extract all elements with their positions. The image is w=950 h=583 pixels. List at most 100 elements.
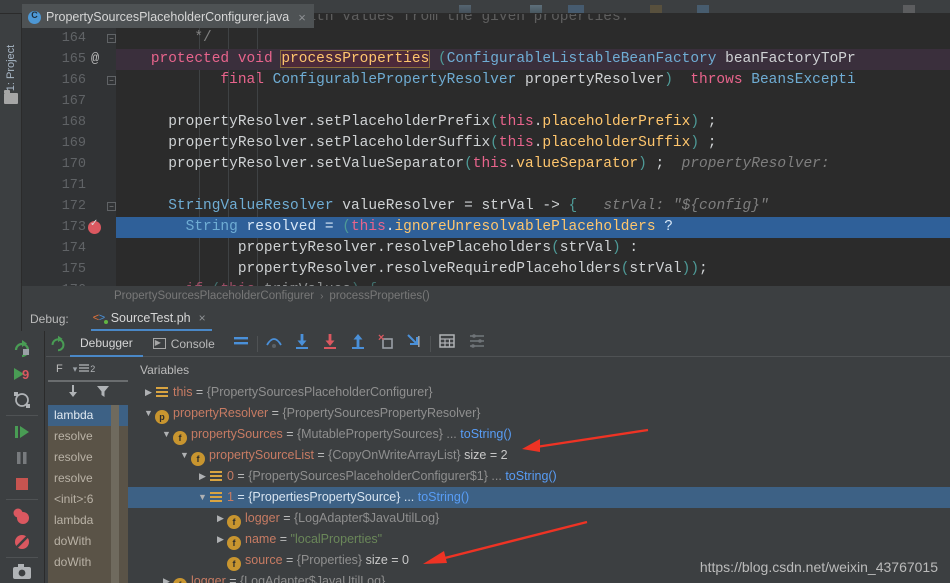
chevron-down-icon[interactable]: ▼ [178,445,191,466]
close-icon[interactable]: × [298,11,306,24]
resume-program-icon[interactable]: 9 [11,363,33,385]
chevron-right-icon[interactable]: ▶ [214,508,227,529]
step-into-icon[interactable] [292,331,312,356]
pause-icon[interactable] [11,447,33,469]
editor-tab-propertysourcesplaceholderconfigurer[interactable]: PropertySourcesPlaceholderConfigurer.jav… [22,4,314,28]
frames-scrollbar[interactable] [111,405,119,583]
debugger-toolbar: Debugger ▶ Console × [46,331,950,357]
code-editor[interactable]: 163 placeholders with values from the gi… [22,14,950,286]
console-icon: ▶ [152,338,166,349]
force-step-into-icon[interactable] [320,331,340,356]
variable-row[interactable]: ▼ f propertySources = {MutablePropertySour… [128,424,950,445]
code-token: . [507,156,517,172]
sort-icon[interactable] [78,362,90,377]
code-token: { [568,198,578,214]
field-icon: f [227,536,241,550]
field-icon: f [173,431,187,445]
variable-type: {LogAdapter$JavaUtilLog} [240,574,386,583]
show-execution-point-icon[interactable] [231,331,251,356]
variables-tree[interactable]: ▶ this = {PropertySourcesPlaceholderConfi… [128,382,950,583]
folder-icon[interactable] [4,90,18,104]
code-text: propertyResolver.setPlaceholderSuffix(th… [116,133,950,154]
code-token: valueResolver = strVal -> [333,198,569,214]
code-fold-toggle[interactable]: − [107,76,116,85]
chevron-down-icon[interactable]: ▼ [142,403,155,424]
mute-breakpoints-icon[interactable] [11,531,33,553]
tab-console[interactable]: ▶ Console [143,331,225,357]
breadcrumb-item-class[interactable]: PropertySourcesPlaceholderConfigurer [114,290,314,302]
variable-tostring-link[interactable]: toString() [418,490,469,504]
chevron-down-icon[interactable]: ▾ [73,364,78,375]
variable-equals: = [282,427,297,441]
code-token: ) [664,72,673,88]
variable-name: source [245,553,283,567]
code-fold-toggle[interactable]: − [107,34,116,43]
variable-row[interactable]: ▼ p propertyResolver = {PropertySourcesPro… [128,403,950,424]
variable-tostring-link[interactable]: toString() [460,427,511,441]
code-token: resolvePlaceholders [385,240,552,256]
code-token: propertyResolver.setValueSeparator [116,156,465,172]
variable-row[interactable]: ▼ 1 = {PropertiesPropertySource} ... toSt… [128,487,950,508]
layout-settings-icon[interactable] [467,331,487,356]
chevron-right-icon[interactable]: ▶ [196,466,209,487]
line-number: 174 [61,241,86,256]
code-token: BeansExcepti [751,72,856,88]
evaluate-expression-icon[interactable] [437,331,457,356]
resume-icon[interactable] [11,421,33,443]
tab-debugger[interactable]: Debugger [70,331,143,357]
debug-label: Debug: [30,311,69,326]
editor-tab-label: PropertySourcesPlaceholderConfigurer.jav… [46,10,290,24]
variable-row[interactable]: ▶flogger = {LogAdapter$JavaUtilLog} [128,508,950,529]
drop-frame-icon[interactable]: × [376,331,396,356]
chevron-right-icon[interactable]: ▶ [142,382,155,403]
filter-icon[interactable] [95,383,111,404]
sort-frames-icon[interactable] [65,383,81,404]
chevron-right-icon[interactable]: ▶ [160,571,173,583]
variable-size: size = 0 [362,553,410,567]
rerun-icon[interactable] [48,333,70,355]
chevron-down-icon[interactable]: ▼ [160,424,173,445]
chevron-right-icon[interactable]: ▶ [214,529,227,550]
code-token: strVal [559,240,612,256]
code-token: propertyResolver.setPlaceholderSuffix [116,135,491,151]
frames-header-label: F [56,363,63,375]
variable-row[interactable]: ▶ this = {PropertySourcesPlaceholderConfi… [128,382,950,403]
step-out-icon[interactable] [348,331,368,356]
chevron-down-icon[interactable]: ▼ [196,487,209,508]
code-token: propertyResolver.setPlaceholderPrefix [116,114,491,130]
view-breakpoints-icon[interactable] [11,505,33,527]
code-text: protected void processProperties (Config… [116,49,950,70]
breadcrumb-item-method[interactable]: processProperties() [329,290,429,302]
code-token: */ [116,30,212,46]
variable-equals: = [233,490,249,504]
variable-row[interactable]: ▶ 0 = {PropertySourcesPlaceholderConfigur… [128,466,950,487]
variable-row[interactable]: ▶ f name = "localProperties" [128,529,950,550]
variable-ellipsis: ... [442,427,461,441]
restore-layout-icon[interactable] [11,389,33,411]
code-text: */ [116,28,950,49]
line-number: 166 [61,73,86,88]
variable-tostring-link[interactable]: toString() [505,469,556,483]
variable-ellipsis: ... [400,490,418,504]
php-file-icon: < > [93,312,108,324]
close-icon[interactable]: × [199,311,206,325]
run-to-cursor-icon[interactable] [404,331,424,356]
variable-type: {Properties} [296,553,363,567]
breakpoint-icon[interactable] [88,218,101,234]
debug-session-tab[interactable]: < > SourceTest.ph × [90,306,212,331]
screenshot-icon[interactable] [11,561,33,583]
variable-row[interactable]: ▼ f propertySourceList = {CopyOnWriteArray… [128,445,950,466]
line-number: 172 [61,199,86,214]
step-over-icon[interactable] [264,331,284,356]
stop-icon[interactable] [11,473,33,495]
code-token: ; [646,156,682,172]
code-fold-toggle[interactable]: − [107,202,116,211]
code-token: "${config}" [672,198,769,214]
line-number: 168 [61,115,86,130]
code-token: ) [690,135,700,151]
rerun-icon[interactable] [11,337,33,359]
variable-equals: = [233,469,249,483]
